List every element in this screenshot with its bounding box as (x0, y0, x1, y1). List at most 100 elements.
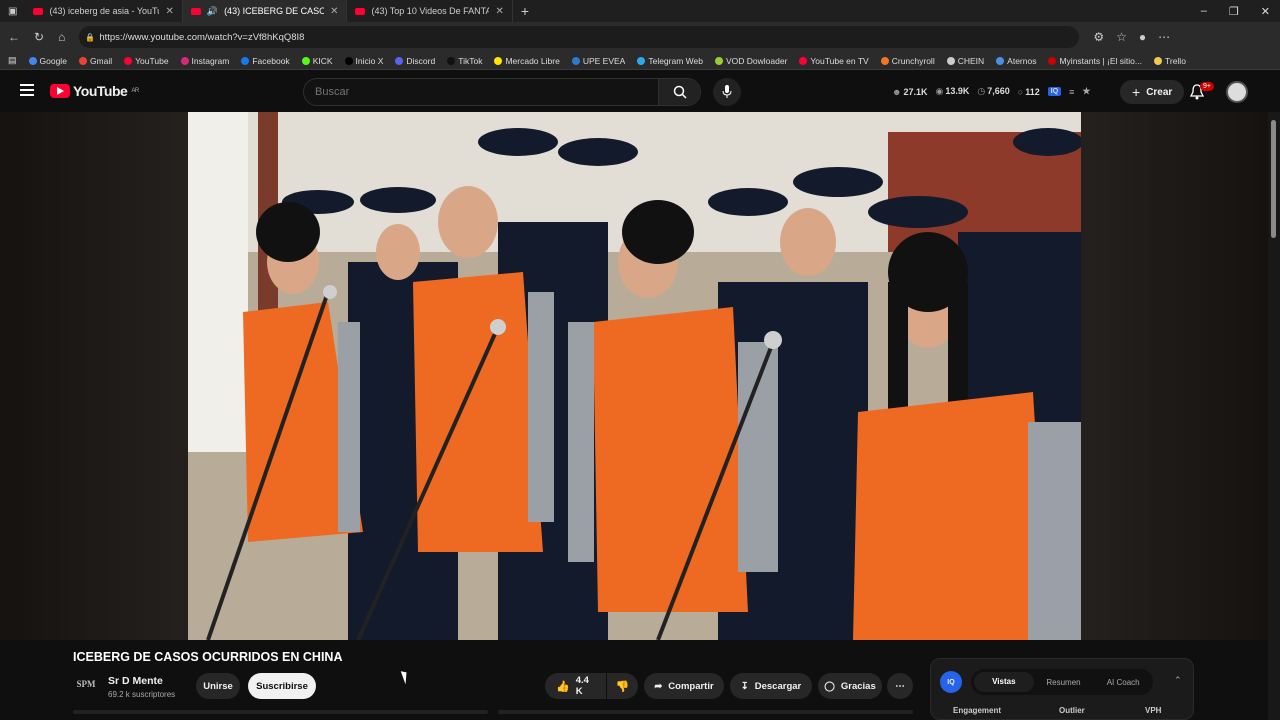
close-tab-icon[interactable]: ✕ (165, 6, 173, 17)
thumbs-down-icon: 👎 (615, 680, 630, 693)
bookmark-favicon-icon (301, 56, 310, 65)
bookmark-label: KICK (312, 55, 333, 66)
page-scrollbar[interactable] (1268, 112, 1280, 720)
bookmark-item[interactable]: Instagram (180, 55, 230, 66)
back-icon[interactable]: ← (8, 30, 20, 44)
avatar[interactable] (1226, 81, 1248, 103)
bookmark-item[interactable]: Mercado Libre (494, 56, 560, 66)
bookmark-item[interactable]: Crunchyroll (880, 56, 935, 66)
vidiq-logo-icon: IQ (940, 671, 962, 693)
search-input[interactable] (304, 86, 658, 98)
create-button[interactable]: + Crear (1120, 80, 1185, 104)
speaker-icon[interactable]: 🔊 (207, 6, 218, 17)
bookmark-item[interactable]: Discord (395, 56, 435, 66)
search-box (303, 78, 701, 106)
join-button[interactable]: Unirse (196, 673, 240, 699)
bookmark-item[interactable]: Trello (1153, 56, 1186, 66)
vidiq-icon[interactable]: IQ (1047, 87, 1062, 96)
bookmark-item[interactable]: UPE EVEA (571, 55, 626, 66)
bookmark-item[interactable]: Myinstants | ¡El sitio... (1048, 56, 1142, 66)
bookmarks-bar: ▤ Google Gmail YouTube Instagram Facebook KIC… (0, 52, 1280, 70)
bookmark-item[interactable]: VOD Dowloader (715, 56, 787, 66)
bookmark-item[interactable]: Facebook (241, 55, 290, 66)
favorites-icon[interactable]: ☆ (1116, 30, 1127, 44)
bookmark-item[interactable]: CHEIN (946, 56, 984, 66)
bookmark-item[interactable]: Aternos (996, 56, 1036, 66)
minimize-icon[interactable]: – (1201, 5, 1207, 18)
award-icon[interactable]: ★ (1082, 86, 1090, 97)
bookmark-item[interactable]: YouTube (124, 56, 169, 66)
vidiq-tab-vistas[interactable]: Vistas (974, 672, 1034, 692)
bookmark-label: Inicio X (355, 55, 384, 66)
more-options-icon[interactable]: ⋯ (1158, 30, 1170, 44)
browser-tab-2[interactable]: 🔊 (43) ICEBERG DE CASOS OCURRIDOS EN CHI… (182, 0, 348, 22)
thanks-label: Gracias (840, 680, 876, 692)
bookmark-label: UPE EVEA (582, 55, 626, 66)
search-icon (673, 85, 687, 99)
chevron-up-icon[interactable]: ⌃ (1174, 675, 1182, 686)
like-button[interactable]: 👍 4.4 K (545, 673, 606, 699)
bookmark-item[interactable]: KICK (301, 55, 333, 66)
thanks-icon: ◯ (824, 680, 835, 692)
address-bar: ← ↻ ⌂ https://www.youtube.com/watch?v=zV… (0, 22, 1280, 52)
restore-icon[interactable]: ❐ (1229, 5, 1239, 18)
search-button[interactable] (658, 79, 700, 105)
subscribers-icon: ☻ (892, 86, 902, 97)
url-field[interactable]: https://www.youtube.com/watch?v=zVf8hKqQ… (79, 26, 1080, 48)
bookmark-favicon-icon (28, 56, 37, 65)
share-button[interactable]: ➦ Compartir (644, 673, 724, 699)
bookmark-favicon-icon (946, 56, 955, 65)
tab-actions-icon[interactable]: ▣ (0, 6, 25, 17)
like-count: 4.4 K (575, 675, 589, 697)
column-vph: VPH (1145, 706, 1162, 715)
reading-list-icon[interactable]: ▤ (8, 55, 17, 66)
bookmark-item[interactable]: Google (28, 55, 67, 66)
video-frame[interactable] (188, 112, 1081, 640)
home-icon[interactable]: ⌂ (58, 30, 65, 44)
profile-icon[interactable]: ● (1139, 30, 1146, 44)
browser-tab-1[interactable]: (43) iceberg de asia - YouTube ✕ (25, 0, 183, 22)
bookmark-item[interactable]: TikTok (447, 56, 482, 66)
bookmark-favicon-icon (447, 56, 456, 65)
extensions-icon[interactable]: ⚙ (1093, 30, 1104, 44)
close-tab-icon[interactable]: ✕ (330, 6, 338, 17)
more-actions-button[interactable]: ⋯ (887, 673, 913, 699)
bookmark-label: TikTok (458, 55, 483, 66)
download-icon: ↧ (740, 680, 749, 692)
video-player[interactable] (0, 112, 1268, 640)
share-icon: ➦ (654, 680, 663, 692)
bookmark-item[interactable]: Gmail (78, 56, 112, 66)
bookmark-label: Facebook (252, 55, 290, 66)
vidiq-panel: IQ Vistas Resumen AI Coach ⌃ Engagement … (930, 658, 1194, 720)
bookmark-label: YouTube en TV (810, 55, 869, 66)
close-window-icon[interactable]: ✕ (1261, 5, 1270, 18)
vidiq-tab-resumen[interactable]: Resumen (1034, 678, 1094, 687)
bookmark-item[interactable]: YouTube en TV (799, 55, 869, 66)
stat-comments: ○ 112 (1017, 86, 1040, 97)
bookmark-label: Instagram (191, 55, 230, 66)
dislike-button[interactable]: 👎 (607, 673, 638, 699)
channel-name[interactable]: Sr D Mente (108, 675, 163, 687)
bookmark-item[interactable]: Inicio X (344, 55, 384, 66)
browser-tab-3[interactable]: (43) Top 10 Videos De FANTASMAS ✕ (347, 0, 513, 22)
download-button[interactable]: ↧ Descargar (730, 673, 812, 699)
address-bar-icons: ⚙ ☆ ● ⋯ (1093, 30, 1170, 44)
bookmark-label: Telegram Web (648, 55, 703, 66)
hamburger-menu-icon[interactable] (20, 84, 34, 96)
reload-icon[interactable]: ↻ (34, 30, 44, 44)
new-tab-icon[interactable]: + (513, 3, 537, 19)
bookmark-favicon-icon (880, 56, 889, 65)
close-tab-icon[interactable]: ✕ (495, 6, 503, 17)
vidiq-tab-ai-coach[interactable]: AI Coach (1093, 678, 1153, 687)
bookmark-label: Google (39, 55, 67, 66)
list-icon[interactable]: ≡ (1069, 87, 1074, 97)
vidiq-tabs: Vistas Resumen AI Coach (971, 669, 1153, 695)
voice-search-button[interactable] (713, 78, 741, 106)
youtube-logo[interactable]: YouTube AR (50, 83, 139, 99)
scrollbar-thumb[interactable] (1271, 120, 1276, 238)
bookmark-item[interactable]: Telegram Web (637, 56, 703, 66)
channel-logo[interactable]: SPM (75, 673, 97, 695)
bookmark-favicon-icon (78, 56, 87, 65)
subscribe-button[interactable]: Suscribirse (248, 673, 316, 699)
thanks-button[interactable]: ◯ Gracias (818, 673, 882, 699)
